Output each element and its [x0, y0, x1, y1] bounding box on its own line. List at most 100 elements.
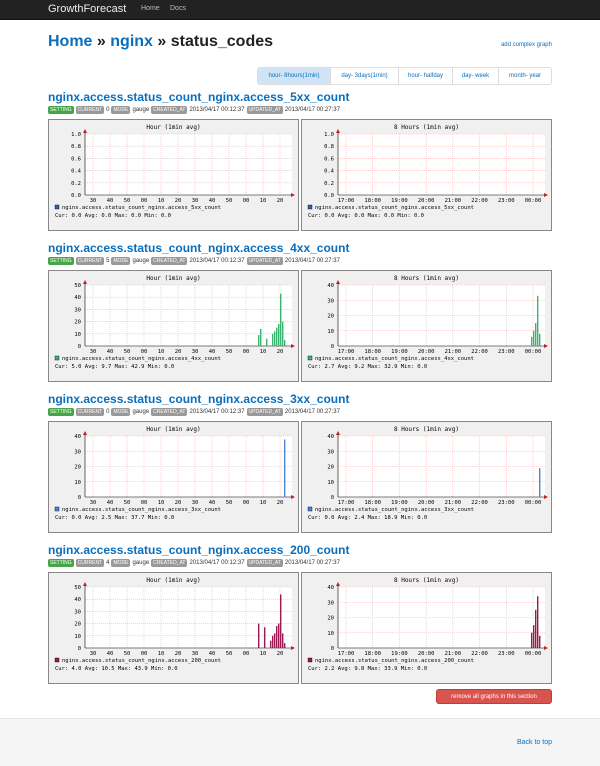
- y-tick-label: 50: [74, 585, 81, 591]
- section-title[interactable]: nginx.access.status_count_nginx.access_4…: [48, 241, 552, 255]
- x-tick-label: 10: [260, 349, 267, 355]
- section-title[interactable]: nginx.access.status_count_nginx.access_2…: [48, 543, 552, 557]
- remove-all-graphs-button[interactable]: remove all graphs in this section: [436, 689, 552, 704]
- y-tick-label: 0: [331, 646, 334, 652]
- y-tick-label: 0.0: [71, 193, 81, 199]
- created-label: CREATED_AT: [151, 257, 188, 265]
- x-tick-label: 20:00: [418, 500, 435, 506]
- x-tick-label: 50: [124, 349, 131, 355]
- hour-graph[interactable]: Hour (1min avg) 40 30 20 10 0 30 40 50 00 10 20 30 40…: [48, 421, 299, 533]
- graph-stats: Cur: 5.0 Avg: 9.7 Max: 42.9 Min: 0.0: [55, 364, 174, 370]
- x-tick-label: 19:00: [391, 651, 408, 657]
- x-tick-label: 20: [175, 651, 182, 657]
- chart-bar: [274, 633, 276, 648]
- y-tick-label: 40: [327, 434, 334, 440]
- section-title[interactable]: nginx.access.status_count_nginx.access_5…: [48, 90, 552, 104]
- nav-docs-link[interactable]: Docs: [170, 5, 186, 12]
- y-axis-arrow: [336, 280, 340, 284]
- hour-graph[interactable]: Hour (1min avg) 50 40 30 20 10 0 30 40 50 00 10 20 30…: [48, 572, 299, 684]
- x-axis-arrow: [544, 193, 548, 197]
- eight-hours-graph[interactable]: 8 Hours (1min avg) 1.0 0.8 0.6 0.4 0.2 0.0 17:0…: [301, 119, 552, 231]
- current-value: 4: [106, 560, 110, 566]
- x-tick-label: 19:00: [391, 500, 408, 506]
- y-tick-label: 30: [74, 609, 81, 615]
- x-tick-label: 20: [175, 198, 182, 204]
- graph-stats: Cur: 2.7 Avg: 9.2 Max: 32.9 Min: 0.0: [308, 364, 427, 370]
- x-tick-label: 20:00: [418, 349, 435, 355]
- chart-bar: [284, 339, 286, 346]
- eight-hours-graph[interactable]: 8 Hours (1min avg) 40 30 20 10 0 17:00 18:00 19:…: [301, 270, 552, 382]
- nav-home-link[interactable]: Home: [141, 5, 160, 12]
- y-tick-label: 40: [327, 283, 334, 289]
- graph-stats: Cur: 2.2 Avg: 9.8 Max: 33.9 Min: 0.0: [308, 666, 427, 672]
- chart-bar: [278, 623, 280, 648]
- created-value: 2013/04/17 00:12:37: [189, 409, 245, 415]
- mode-label: MODE: [111, 559, 131, 567]
- y-tick-label: 0.2: [324, 181, 334, 187]
- chart-bar: [533, 625, 535, 648]
- x-axis-arrow: [291, 646, 295, 650]
- x-tick-label: 30: [90, 198, 97, 204]
- x-tick-label: 17:00: [338, 198, 355, 204]
- y-tick-label: 0: [331, 344, 334, 350]
- current-value: 0: [106, 107, 110, 113]
- x-tick-label: 40: [209, 349, 216, 355]
- mode-value: gauge: [132, 107, 150, 113]
- created-label: CREATED_AT: [151, 106, 188, 114]
- setting-badge[interactable]: SETTING: [48, 559, 74, 567]
- breadcrumb-home[interactable]: Home: [48, 33, 92, 50]
- chart-bar: [531, 336, 533, 346]
- hour-graph[interactable]: Hour (1min avg) 1.0 0.8 0.6 0.4 0.2 0.0 30 40 50 0…: [48, 119, 299, 231]
- legend-label: nginx.access.status_count_nginx.access_5…: [315, 205, 474, 211]
- x-tick-label: 21:00: [445, 500, 462, 506]
- x-tick-label: 40: [209, 651, 216, 657]
- chart-bar: [280, 594, 282, 648]
- section-meta: SETTING CURRENT 0 MODE gauge CREATED_AT …: [48, 105, 552, 115]
- hour-graph[interactable]: Hour (1min avg) 50 40 30 20 10 0 30 40 50 00 10 20 30…: [48, 270, 299, 382]
- x-axis-arrow: [291, 495, 295, 499]
- y-tick-label: 0: [78, 344, 81, 350]
- x-tick-label: 21:00: [445, 651, 462, 657]
- current-value: 5: [106, 258, 110, 264]
- tab-month-year[interactable]: month- year: [498, 68, 551, 84]
- tab-day-3days[interactable]: day- 3days(1min): [330, 68, 398, 84]
- eight-hours-graph[interactable]: 8 Hours (1min avg) 40 30 20 10 0 17:00 18:00 19:…: [301, 421, 552, 533]
- x-tick-label: 00: [243, 651, 250, 657]
- y-tick-label: 40: [327, 585, 334, 591]
- tab-day-week[interactable]: day- week: [452, 68, 498, 84]
- setting-badge[interactable]: SETTING: [48, 257, 74, 265]
- x-tick-label: 50: [226, 500, 233, 506]
- chart-bar: [537, 596, 539, 648]
- brand-logo[interactable]: GrowthForecast: [48, 3, 126, 15]
- setting-badge[interactable]: SETTING: [48, 408, 74, 416]
- x-tick-label: 00:00: [525, 651, 542, 657]
- graph-stats: Cur: 0.0 Avg: 2.4 Max: 18.9 Min: 0.0: [308, 515, 427, 521]
- section-title[interactable]: nginx.access.status_count_nginx.access_3…: [48, 392, 552, 406]
- current-label: CURRENT: [75, 257, 105, 265]
- tab-hour-halfday[interactable]: hour- halfday: [398, 68, 452, 84]
- x-tick-label: 23:00: [498, 651, 515, 657]
- eight-hours-graph[interactable]: 8 Hours (1min avg) 40 30 20 10 0 17:00 18:00 19:…: [301, 572, 552, 684]
- add-complex-graph-link[interactable]: add complex graph: [501, 42, 552, 48]
- graph-image: 8 Hours (1min avg) 40 30 20 10 0 17:00 18:00 19:…: [307, 577, 548, 672]
- breadcrumb-service[interactable]: nginx: [110, 33, 153, 50]
- chart-bar: [539, 333, 541, 346]
- graph-stats: Cur: 4.0 Avg: 10.5 Max: 43.9 Min: 0.0: [55, 666, 178, 672]
- setting-badge[interactable]: SETTING: [48, 106, 74, 114]
- y-tick-label: 0.4: [71, 169, 82, 175]
- y-tick-label: 40: [74, 295, 81, 301]
- graph-section: nginx.access.status_count_nginx.access_5…: [48, 90, 552, 231]
- chart-bar: [270, 640, 272, 648]
- back-to-top-link[interactable]: Back to top: [517, 739, 552, 746]
- mode-value: gauge: [132, 560, 150, 566]
- updated-label: UPDATED_AT: [246, 257, 283, 265]
- chart-bar: [272, 635, 274, 648]
- graph-section: nginx.access.status_count_nginx.access_3…: [48, 392, 552, 533]
- x-tick-label: 19:00: [391, 198, 408, 204]
- tab-hour-8hours[interactable]: hour- 8hours(1min): [258, 68, 330, 84]
- y-tick-label: 50: [74, 283, 81, 289]
- legend-swatch: [54, 355, 60, 361]
- chart-bar: [284, 643, 286, 648]
- x-tick-label: 00: [243, 500, 250, 506]
- graph-title: Hour (1min avg): [146, 577, 200, 584]
